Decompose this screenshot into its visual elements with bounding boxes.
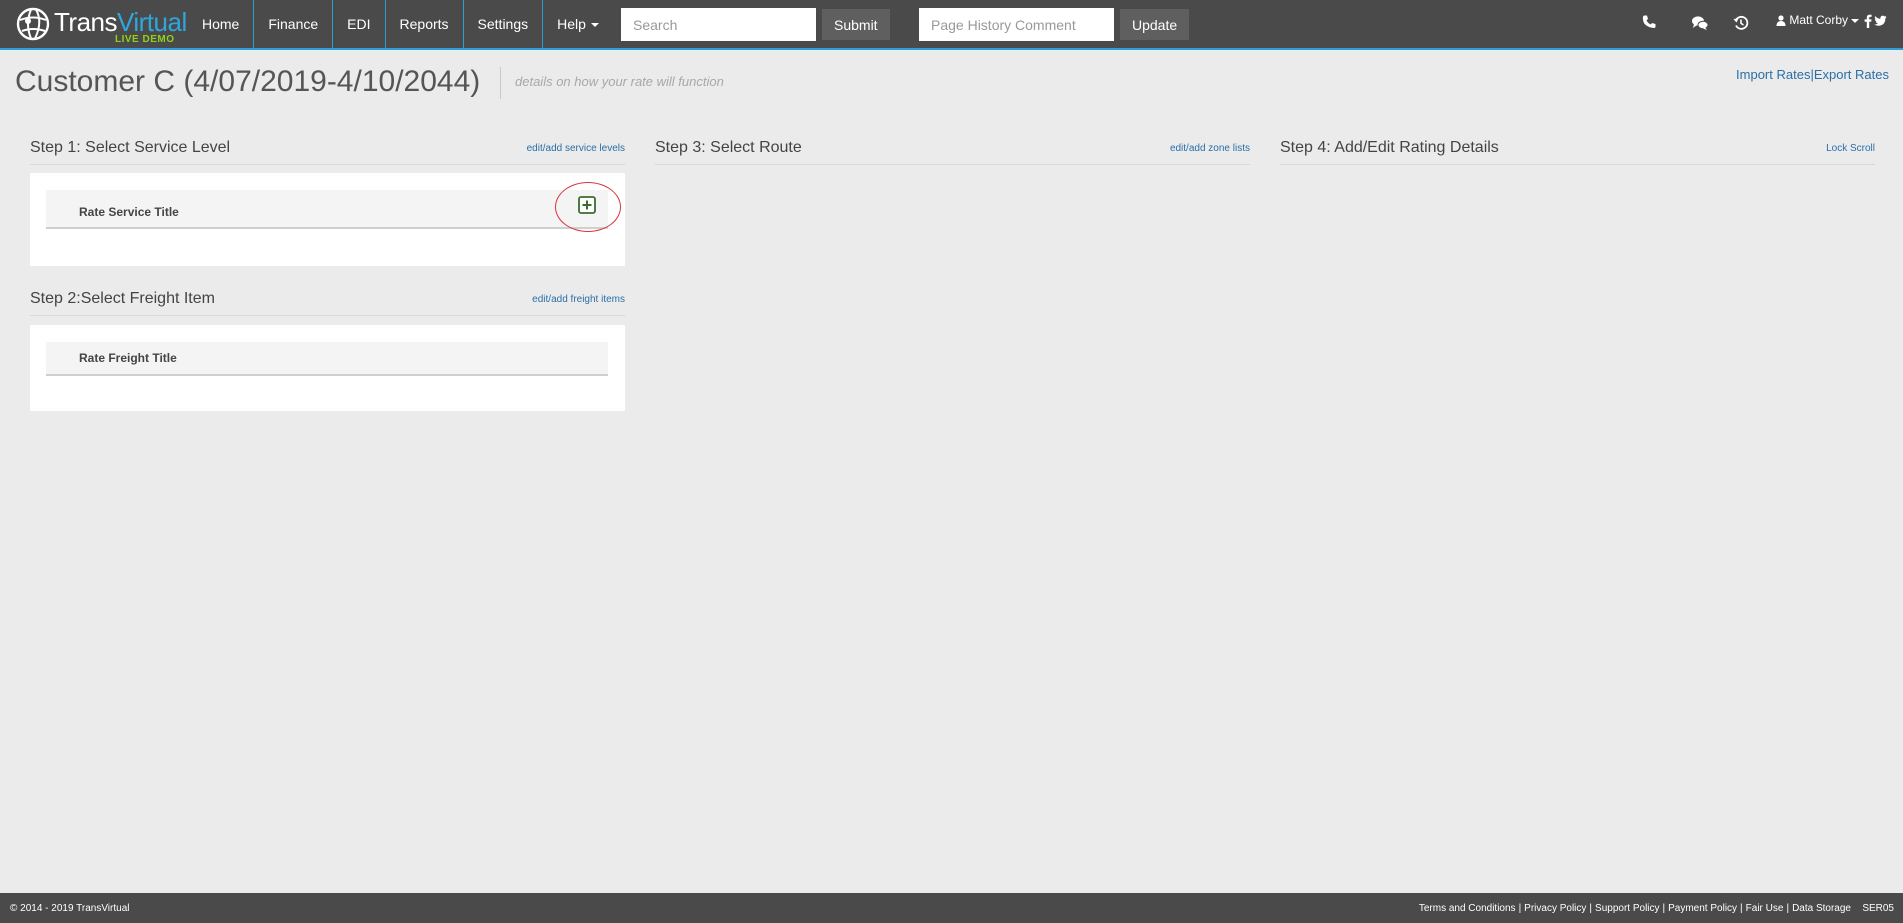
edit-zone-lists-link[interactable]: edit/add zone lists [1170,143,1250,154]
footer-separator: | [1589,903,1593,914]
highlight-annotation-circle [555,182,621,232]
import-export-links: Import Rates|Export Rates [1736,67,1889,82]
fair-use-link[interactable]: Fair Use [1746,903,1784,914]
step4-header: Step 4: Add/Edit Rating Details Lock Scr… [1280,139,1875,165]
nav-reports[interactable]: Reports [386,0,464,50]
nav-finance[interactable]: Finance [254,0,334,50]
logo-wordmark: TransVirtual [54,9,187,35]
nav-settings[interactable]: Settings [464,0,544,50]
footer-separator: | [1662,903,1666,914]
user-menu[interactable]: Matt Corby [1776,13,1860,27]
footer-separator: | [1786,903,1790,914]
caret-down-icon [590,23,599,28]
facebook-icon[interactable] [1862,14,1874,28]
nav-help[interactable]: Help [543,0,613,50]
transvirtual-logo[interactable]: TransVirtual LIVE DEMO [16,4,187,46]
step3-header: Step 3: Select Route edit/add zone lists [655,139,1250,165]
page-title: Customer C (4/07/2019-4/10/2044) [15,65,481,98]
step1-header: Step 1: Select Service Level edit/add se… [30,139,625,165]
terms-link[interactable]: Terms and Conditions [1419,903,1516,914]
update-button[interactable]: Update [1120,9,1190,40]
support-policy-link[interactable]: Support Policy [1595,903,1659,914]
main-nav: Home Finance EDI Reports Settings Help [188,0,613,50]
nav-edi[interactable]: EDI [333,0,386,50]
globe-logo-icon [16,7,50,41]
edit-service-levels-link[interactable]: edit/add service levels [527,143,625,154]
top-navbar: TransVirtual LIVE DEMO Home Finance EDI … [0,0,1903,50]
twitter-icon[interactable] [1874,14,1887,28]
step1-title: Step 1: Select Service Level [30,139,231,156]
page-footer: © 2014 - 2019 TransVirtual Terms and Con… [0,893,1903,923]
lock-scroll-link[interactable]: Lock Scroll [1826,143,1875,154]
footer-links: Terms and Conditions | Privacy Policy | Supp… [1419,903,1851,914]
payment-policy-link[interactable]: Payment Policy [1668,903,1737,914]
footer-separator: | [1518,903,1522,914]
freight-table-header: Rate Freight Title [46,342,608,376]
page-history-comment-input[interactable] [919,8,1114,41]
freight-item-panel: Rate Freight Title [30,325,625,411]
title-divider [500,67,501,99]
nav-home[interactable]: Home [188,0,255,50]
export-rates-link[interactable]: Export Rates [1814,67,1889,82]
submit-button[interactable]: Submit [822,9,890,40]
user-icon [1776,15,1786,26]
history-icon[interactable] [1733,15,1749,31]
edit-freight-items-link[interactable]: edit/add freight items [532,294,625,305]
phone-icon[interactable] [1641,14,1657,30]
data-storage-link[interactable]: Data Storage [1792,903,1851,914]
user-name: Matt Corby [1789,13,1849,27]
footer-copyright: © 2014 - 2019 TransVirtual [10,903,130,914]
nav-help-label: Help [557,16,586,32]
live-demo-badge: LIVE DEMO [115,34,175,45]
logo-text-virtual: Virtual [117,7,187,37]
service-table-header: Rate Service Title [46,190,608,229]
step2-title: Step 2:Select Freight Item [30,290,215,307]
rate-service-title-column: Rate Service Title [79,205,179,219]
search-input[interactable] [621,8,816,41]
privacy-policy-link[interactable]: Privacy Policy [1524,903,1586,914]
step3-title: Step 3: Select Route [655,139,802,156]
chat-icon[interactable] [1691,15,1709,31]
service-level-panel: Rate Service Title [30,173,625,266]
step4-title: Step 4: Add/Edit Rating Details [1280,139,1499,156]
import-rates-link[interactable]: Import Rates [1736,67,1810,82]
rate-freight-title-column: Rate Freight Title [79,351,177,365]
logo-text-trans: Trans [54,7,118,37]
footer-separator: | [1740,903,1743,914]
server-code: SER05 [1862,903,1894,914]
page-subtitle: details on how your rate will function [515,74,724,89]
caret-down-icon [1851,18,1860,23]
step2-header: Step 2:Select Freight Item edit/add frei… [30,290,625,316]
